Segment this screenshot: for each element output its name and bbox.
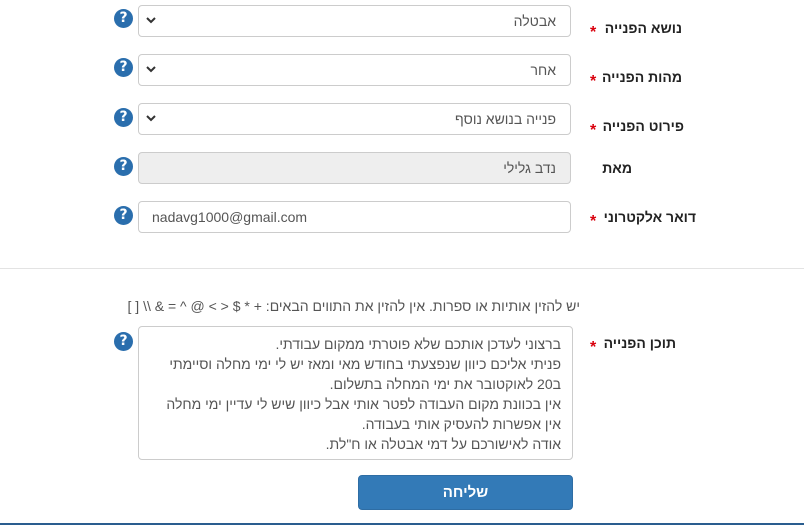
- from-field: נדב גלילי: [138, 152, 571, 184]
- detail-select[interactable]: פנייה בנושא נוסף: [138, 103, 571, 135]
- content-line: אין בכוונת מקום העבודה לפטר אותי אבל כיו…: [166, 396, 561, 412]
- content-label: תוכן הפנייה: [604, 335, 676, 351]
- chevron-down-icon: [146, 66, 156, 73]
- submit-button[interactable]: שליחה: [358, 475, 573, 510]
- email-label: דואר אלקטרוני: [604, 209, 696, 225]
- chevron-down-icon: [146, 17, 156, 24]
- help-icon[interactable]: ?: [114, 108, 133, 127]
- subject-select-value: אבטלה: [513, 13, 556, 29]
- detail-select-value: פנייה בנושא נוסף: [455, 111, 556, 127]
- help-icon[interactable]: ?: [114, 9, 133, 28]
- subject-required-mark: *: [590, 24, 597, 41]
- from-label: מאת: [602, 160, 632, 176]
- from-label-text: מאת: [602, 160, 632, 176]
- help-icon[interactable]: ?: [114, 58, 133, 77]
- nature-select-value: אחר: [530, 62, 556, 78]
- from-field-value: נדב גלילי: [503, 160, 556, 176]
- content-line: אין אפשרות להעסיק אותי בעבודה.: [361, 416, 561, 432]
- footer-border: [0, 523, 804, 531]
- help-icon[interactable]: ?: [114, 332, 133, 351]
- nature-label-text: מהות הפנייה: [601, 69, 682, 85]
- detail-label: פירוט הפנייה: [603, 118, 684, 134]
- subject-label: נושא הפנייה: [605, 20, 682, 36]
- email-label-text: דואר אלקטרוני: [603, 209, 696, 225]
- nature-select[interactable]: אחר: [138, 54, 571, 86]
- email-field-value: nadavg1000@gmail.com: [152, 209, 308, 225]
- content-textarea[interactable]: ברצוני לעדכן אותכם שלא פוטרתי ממקום עבוד…: [138, 326, 573, 460]
- allowed-characters-hint: יש להזין אותיות או ספרות. אין להזין את ה…: [127, 298, 580, 314]
- detail-label-text: פירוט הפנייה: [602, 118, 684, 134]
- chevron-down-icon: [146, 115, 156, 122]
- content-line: אודה לאישורכם על דמי אבטלה או ח"לת.: [325, 436, 561, 452]
- content-label-text: תוכן הפנייה: [603, 335, 676, 351]
- help-icon[interactable]: ?: [114, 206, 133, 225]
- content-line: ב20 לאוקטובר את ימי המחלה בתשלום.: [329, 376, 561, 392]
- nature-required-mark: *: [590, 73, 597, 90]
- content-required-mark: *: [590, 339, 597, 356]
- subject-label-text: נושא הפנייה: [604, 20, 682, 36]
- help-icon[interactable]: ?: [114, 157, 133, 176]
- email-field[interactable]: nadavg1000@gmail.com: [138, 201, 571, 233]
- email-required-mark: *: [590, 213, 597, 230]
- nature-label: מהות הפנייה: [602, 69, 682, 85]
- content-line: פניתי אליכם כיוון שנפצעתי בחודש מאי ומאז…: [169, 356, 561, 372]
- detail-required-mark: *: [590, 122, 597, 139]
- content-line: ברצוני לעדכן אותכם שלא פוטרתי ממקום עבוד…: [275, 336, 561, 352]
- section-divider: [0, 268, 804, 269]
- subject-select[interactable]: אבטלה: [138, 5, 571, 37]
